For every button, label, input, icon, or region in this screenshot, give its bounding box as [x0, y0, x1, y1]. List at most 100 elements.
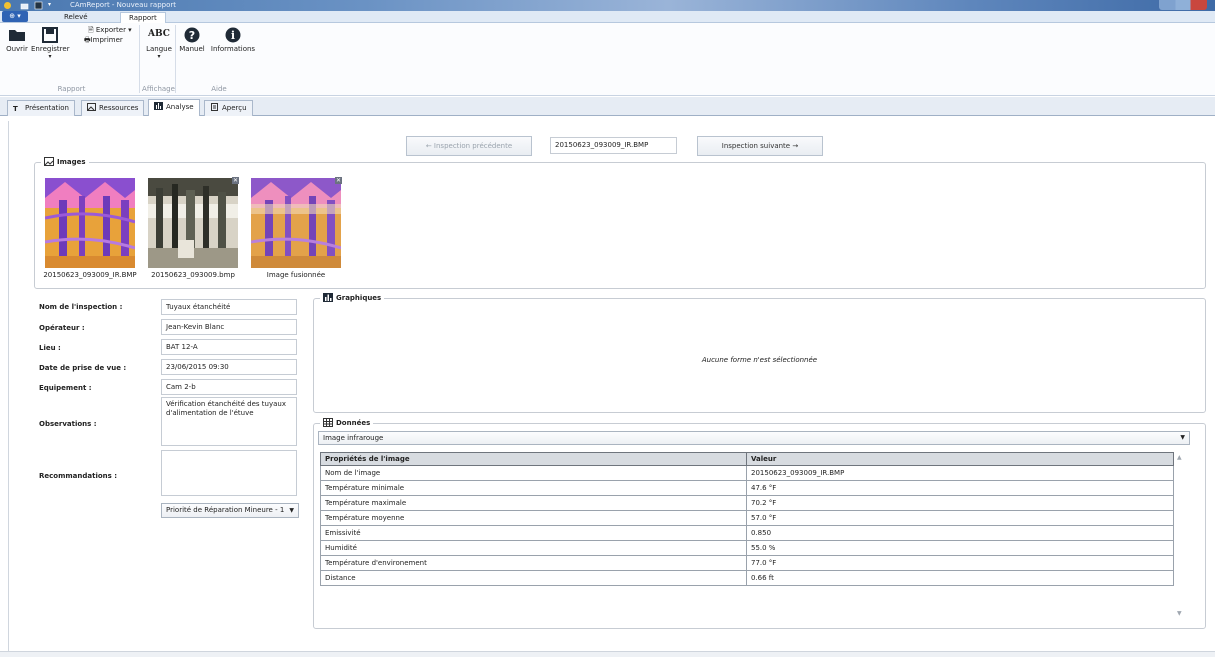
value-cell: 0.66 ft	[746, 570, 1174, 586]
images-group-title: Images	[41, 157, 89, 166]
window-controls[interactable]	[1159, 0, 1207, 10]
operator-field[interactable]: Jean-Kevin Blanc	[161, 319, 297, 335]
property-cell: Température d'environement	[320, 555, 747, 571]
operator-label: Opérateur :	[39, 324, 85, 332]
value-cell: 55.0 %	[746, 540, 1174, 556]
quick-save-icon[interactable]	[34, 1, 43, 10]
remove-visible-image-button[interactable]: ✕	[232, 177, 239, 184]
visible-image-caption: 20150623_093009.bmp	[151, 271, 235, 279]
image-resource-icon	[87, 103, 96, 111]
tab-presentation[interactable]: T Présentation	[7, 100, 75, 116]
analysis-view: ← Inspection précédente 20150623_093009_…	[8, 121, 1215, 651]
ribbon-tab-rapport[interactable]: Rapport	[120, 12, 166, 23]
value-cell: 70.2 °F	[746, 495, 1174, 511]
value-cell: 47.6 °F	[746, 480, 1174, 496]
tab-analyse[interactable]: Analyse	[148, 99, 200, 116]
tab-apercu[interactable]: Aperçu	[204, 100, 253, 116]
help-question-icon: ?	[184, 27, 200, 43]
recommendations-field[interactable]	[161, 450, 297, 496]
date-field[interactable]: 23/06/2015 09:30	[161, 359, 297, 375]
save-dropdown-icon[interactable]: ▾	[31, 53, 69, 60]
property-cell: Emissivité	[320, 525, 747, 541]
scroll-up-arrow-icon[interactable]: ▲	[1177, 454, 1182, 461]
svg-text:?: ?	[189, 29, 195, 42]
ribbon-group-display: ABC Langue ▾ Affichage	[142, 25, 176, 93]
charts-group-title: Graphiques	[320, 293, 385, 302]
infrared-image-caption: 20150623_093009_IR.BMP	[43, 271, 137, 279]
value-cell: 20150623_093009_IR.BMP	[746, 465, 1174, 481]
folder-open-icon	[9, 30, 25, 41]
ribbon-group-label-help: Aide	[211, 85, 227, 93]
charts-group: Graphiques Aucune forme n'est sélectionn…	[313, 293, 1206, 413]
location-field[interactable]: BAT 12-A	[161, 339, 297, 355]
date-label: Date de prise de vue :	[39, 364, 127, 372]
quick-access-dropdown-icon[interactable]: ▾	[48, 1, 57, 10]
quick-open-icon[interactable]	[20, 1, 29, 10]
open-button[interactable]: Ouvrir	[6, 27, 28, 53]
ribbon-group-label-display: Affichage	[142, 85, 175, 93]
save-button[interactable]: Enregistrer ▾	[31, 27, 70, 60]
floppy-disk-icon	[42, 27, 58, 43]
no-shape-selected-message: Aucune forme n'est sélectionnée	[701, 356, 818, 364]
property-cell: Température moyenne	[320, 510, 747, 526]
fused-image-thumbnail[interactable]	[251, 178, 341, 268]
ribbon-tab-bar: ⊕ ▾ Relevé Rapport	[0, 11, 1215, 23]
property-cell: Température minimale	[320, 480, 747, 496]
language-icon: ABC	[148, 29, 170, 39]
bar-chart-icon	[323, 293, 333, 302]
image-source-select[interactable]: Image infrarouge ▼	[318, 431, 1190, 445]
table-row[interactable]: Emissivité 0.850	[320, 525, 1174, 541]
language-button[interactable]: ABC Langue ▾	[144, 29, 174, 60]
value-cell: 77.0 °F	[746, 555, 1174, 571]
bar-chart-icon	[154, 102, 163, 110]
ribbon-group-label-report: Rapport	[57, 85, 86, 93]
previous-inspection-button[interactable]: ← Inspection précédente	[406, 136, 532, 156]
tab-ressources[interactable]: Ressources	[81, 100, 145, 116]
observations-field[interactable]: Vérification étanchéité des tuyaux d'ali…	[161, 397, 297, 446]
manual-button[interactable]: ? Manuel	[178, 27, 206, 53]
infrared-image-thumbnail[interactable]	[45, 178, 135, 268]
text-t-icon: T	[13, 105, 18, 113]
next-inspection-button[interactable]: Inspection suivante →	[697, 136, 823, 156]
printer-icon: 🖶	[84, 36, 91, 44]
table-row[interactable]: Humidité 55.0 %	[320, 540, 1174, 556]
chevron-down-icon: ▼	[1180, 434, 1185, 441]
ribbon-panel: Ouvrir Enregistrer ▾ 🗎 Exporter ▾ 🖶Impri…	[0, 23, 1215, 96]
repair-priority-select[interactable]: Priorité de Réparation Mineure - 1 ▼	[161, 503, 299, 518]
data-group-title: Données	[320, 418, 374, 427]
image-properties-table: Propriétés de l'image Valeur Nom de l'im…	[320, 452, 1174, 586]
table-row[interactable]: Nom de l'image 20150623_093009_IR.BMP	[320, 465, 1174, 481]
location-label: Lieu :	[39, 344, 61, 352]
ribbon-tab-releve[interactable]: Relevé	[56, 12, 96, 23]
images-icon	[44, 157, 54, 166]
inspection-name-field[interactable]: Tuyaux étanchéité	[161, 299, 297, 315]
table-row[interactable]: Distance 0.66 ft	[320, 570, 1174, 586]
images-group: Images 20150623_093009_IR.BMP ✕ 20150623…	[34, 157, 1206, 289]
table-row[interactable]: Température moyenne 57.0 °F	[320, 510, 1174, 526]
table-row[interactable]: Température maximale 70.2 °F	[320, 495, 1174, 511]
table-row[interactable]: Température d'environement 77.0 °F	[320, 555, 1174, 571]
recommendations-label: Recommandations :	[39, 472, 118, 480]
inspection-name-label: Nom de l'inspection :	[39, 303, 123, 311]
scroll-down-arrow-icon[interactable]: ▼	[1177, 610, 1182, 617]
current-inspection-field[interactable]: 20150623_093009_IR.BMP	[550, 137, 677, 154]
app-icon	[4, 2, 11, 9]
information-button[interactable]: i Informations	[208, 27, 258, 53]
print-button[interactable]: 🖶Imprimer	[84, 36, 123, 47]
equipment-field[interactable]: Cam 2-b	[161, 379, 297, 395]
column-header-property: Propriétés de l'image	[320, 452, 747, 466]
table-row[interactable]: Température minimale 47.6 °F	[320, 480, 1174, 496]
column-header-value: Valeur	[746, 452, 1174, 466]
language-dropdown-icon[interactable]: ▾	[144, 53, 174, 60]
remove-fused-image-button[interactable]: ✕	[335, 177, 342, 184]
value-cell: 0.850	[746, 525, 1174, 541]
visible-image-thumbnail[interactable]	[148, 178, 238, 268]
data-group: Données Image infrarouge ▼ Propriétés de …	[313, 418, 1206, 629]
export-icon: 🗎	[88, 26, 96, 34]
equipment-label: Equipement :	[39, 384, 92, 392]
document-preview-icon	[211, 103, 218, 111]
document-tab-bar: T Présentation Ressources Analyse Aperçu	[0, 97, 1215, 116]
window-title: CAmReport - Nouveau rapport	[70, 1, 176, 9]
ribbon-group-help: ? Manuel i Informations Aide	[178, 25, 260, 93]
application-menu-button[interactable]: ⊕ ▾	[2, 11, 28, 22]
